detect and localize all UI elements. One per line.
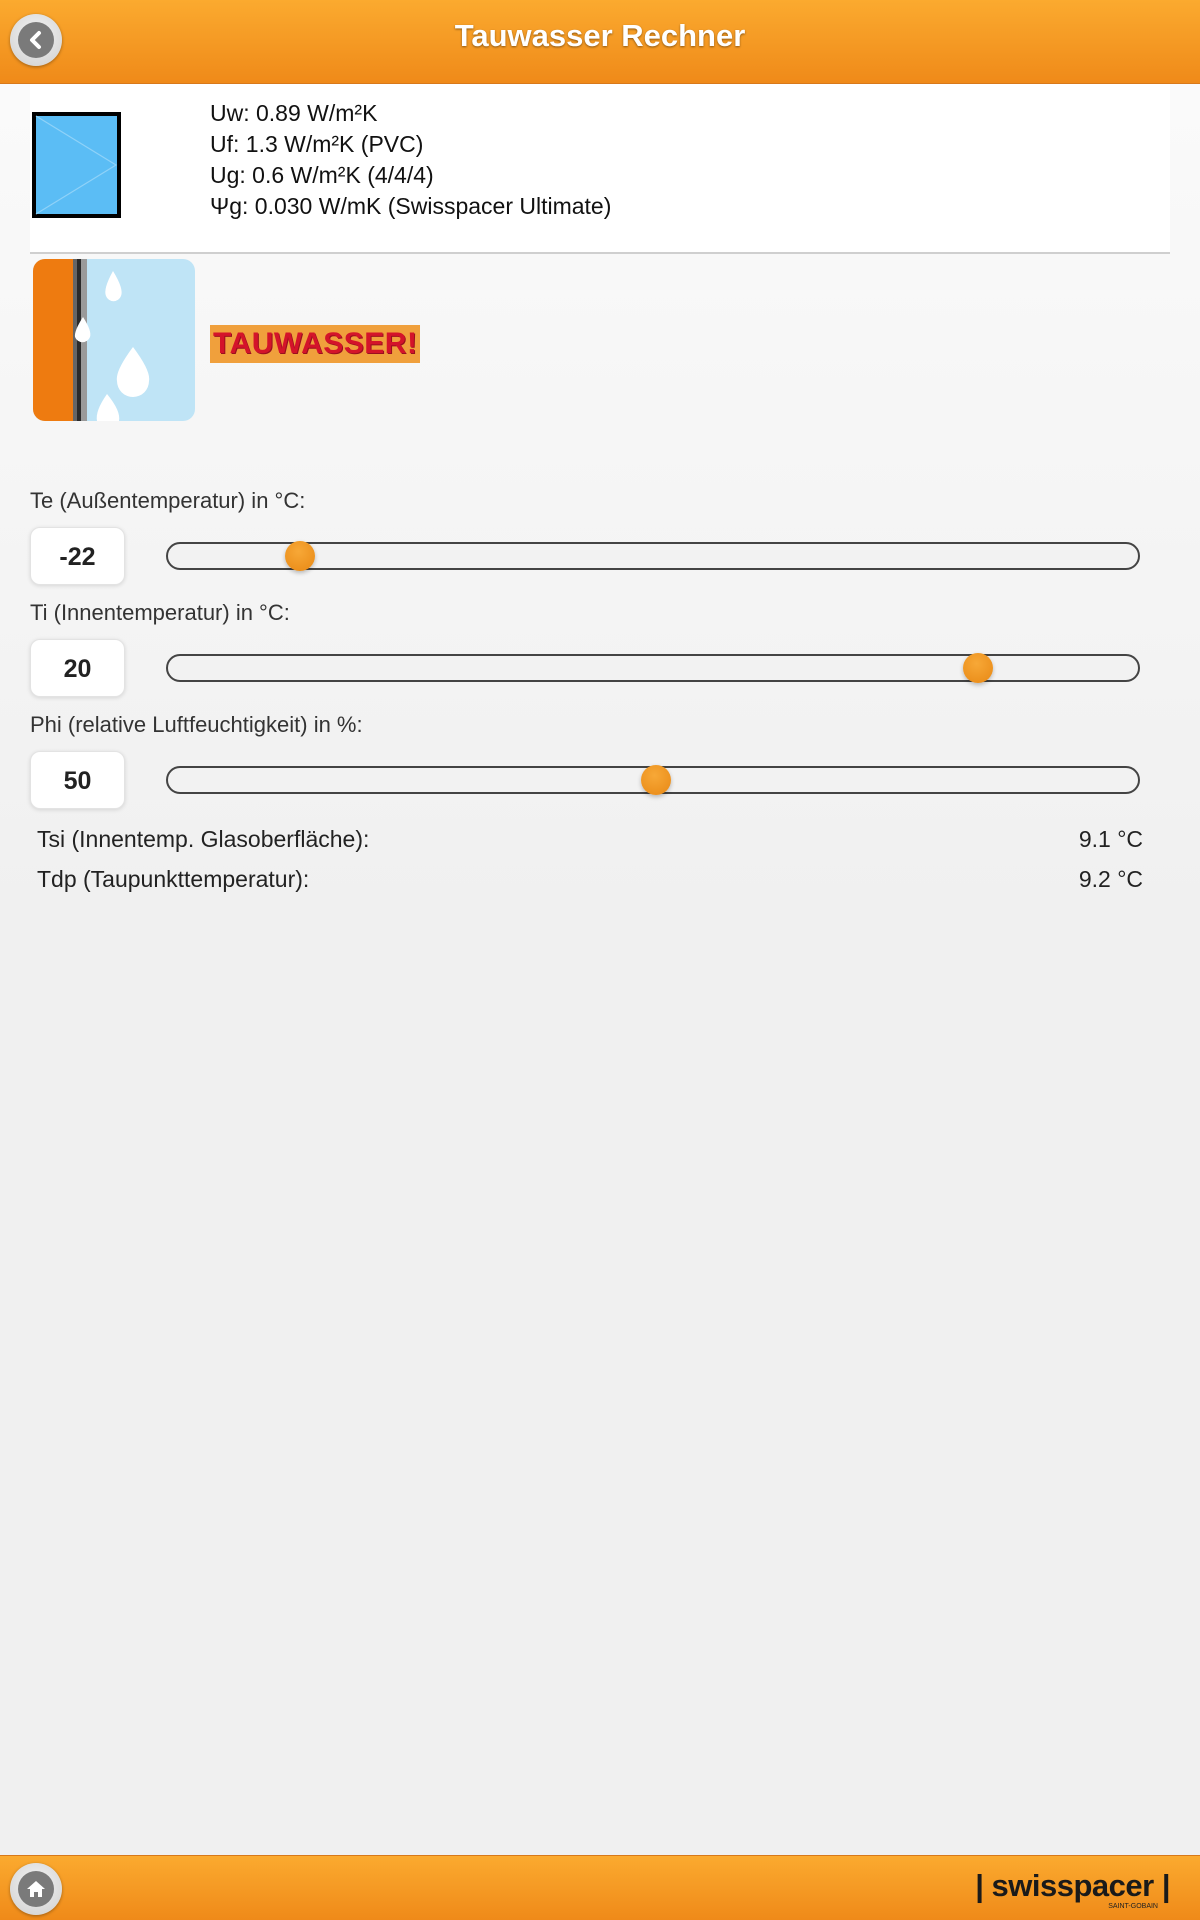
ti-slider[interactable] — [166, 653, 1140, 683]
ug-value: Ug: 0.6 W/m²K (4/4/4) — [210, 162, 434, 188]
brand-logo: | swisspacer | — [975, 1868, 1170, 1903]
brand-subtitle: SAINT-GOBAIN — [1108, 1903, 1158, 1910]
phi-value-field[interactable]: 50 — [30, 751, 125, 809]
phi-slider[interactable] — [166, 765, 1140, 795]
window-icon — [32, 112, 121, 218]
tdp-value: 9.2 °C — [1078, 866, 1143, 892]
window-specs: Uw: 0.89 W/m²K Uf: 1.3 W/m²K (PVC) Ug: 0… — [210, 98, 611, 222]
header-bar: Tauwasser Rechner — [0, 0, 1200, 84]
home-icon — [18, 1871, 54, 1907]
ti-value-field[interactable]: 20 — [30, 639, 125, 697]
te-slider[interactable] — [166, 541, 1140, 571]
te-slider-thumb[interactable] — [284, 541, 315, 571]
tsi-value: 9.1 °C — [1078, 826, 1143, 852]
ti-label: Ti (Innentemperatur) in °C: — [30, 600, 290, 625]
footer-bar: | swisspacer | SAINT-GOBAIN — [0, 1855, 1200, 1920]
uw-value: Uw: 0.89 W/m²K — [210, 100, 378, 126]
uf-value: Uf: 1.3 W/m²K (PVC) — [210, 131, 424, 157]
page-title: Tauwasser Rechner — [454, 18, 746, 53]
condensation-warning-label: TAUWASSER! — [210, 325, 421, 363]
ti-slider-thumb[interactable] — [962, 653, 993, 683]
te-label: Te (Außentemperatur) in °C: — [30, 488, 306, 513]
phi-slider-thumb[interactable] — [640, 765, 671, 795]
tsi-result-row: Tsi (Innentemp. Glasoberfläche): 9.1 °C — [37, 826, 1143, 853]
tdp-result-row: Tdp (Taupunkttemperatur): 9.2 °C — [37, 866, 1143, 893]
window-info-panel: Uw: 0.89 W/m²K Uf: 1.3 W/m²K (PVC) Ug: 0… — [30, 84, 1170, 254]
tsi-label: Tsi (Innentemp. Glasoberfläche): — [37, 826, 370, 852]
home-button[interactable] — [10, 1863, 62, 1915]
app-screen: Tauwasser Rechner Uw: 0.89 W/m²K Uf: 1.3… — [0, 0, 1200, 1920]
te-value-field[interactable]: -22 — [30, 527, 125, 585]
tdp-label: Tdp (Taupunkttemperatur): — [37, 866, 310, 892]
phi-label: Phi (relative Luftfeuchtigkeit) in %: — [30, 712, 363, 737]
condensation-icon — [33, 259, 195, 421]
psi-value: Ψg: 0.030 W/mK (Swisspacer Ultimate) — [210, 193, 612, 219]
